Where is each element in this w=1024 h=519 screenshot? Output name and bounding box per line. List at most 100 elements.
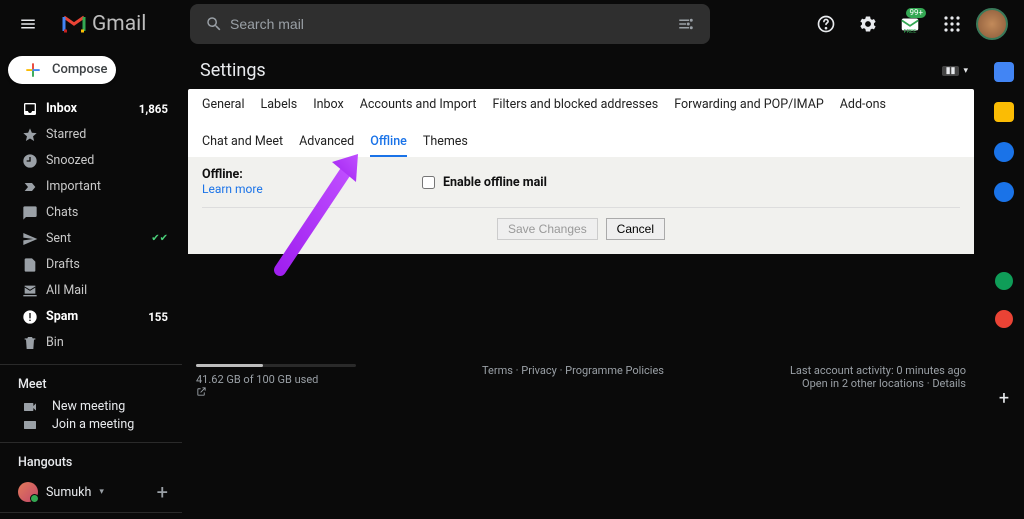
tab-advanced[interactable]: Advanced	[299, 134, 354, 157]
sidebar-item-snoozed[interactable]: Snoozed	[0, 148, 182, 174]
sidebar-item-count: 1,865	[139, 102, 168, 116]
search-bar[interactable]	[190, 4, 710, 44]
gmail-logo[interactable]: Gmail	[56, 12, 178, 36]
tab-general[interactable]: General	[202, 97, 245, 118]
external-link-icon	[196, 386, 356, 397]
star-icon	[22, 127, 46, 143]
important-icon	[22, 179, 46, 195]
sidebar-item-count: 155	[148, 310, 168, 324]
sidebar-item-important[interactable]: Important	[0, 174, 182, 200]
tab-forwarding-and-pop-imap[interactable]: Forwarding and POP/IMAP	[674, 97, 824, 118]
help-button[interactable]	[808, 6, 844, 42]
keep-addon[interactable]	[994, 102, 1014, 122]
offline-section-label: Offline:	[202, 167, 243, 182]
sidebar-item-label: Snoozed	[46, 153, 168, 168]
sidebar-item-chats[interactable]: Chats	[0, 200, 182, 226]
tab-offline[interactable]: Offline	[370, 134, 407, 157]
settings-panel: General Labels Inbox Accounts and Import Fil…	[188, 89, 974, 254]
main-menu-button[interactable]	[8, 4, 48, 44]
bin-icon	[22, 335, 46, 351]
contacts-addon[interactable]	[994, 182, 1014, 202]
hamburger-icon	[19, 15, 37, 33]
account-avatar[interactable]	[976, 8, 1008, 40]
gear-icon	[858, 14, 878, 34]
sidebar-item-sent[interactable]: Sent ✔✔	[0, 226, 182, 252]
search-icon	[198, 15, 230, 33]
draft-icon	[22, 257, 46, 273]
join-meeting-button[interactable]: Join a meeting	[0, 416, 182, 434]
allmail-icon	[22, 283, 46, 299]
privacy-link[interactable]: Privacy	[516, 364, 557, 377]
tab-chat-and-meet[interactable]: Chat and Meet	[202, 134, 283, 157]
policies-link[interactable]: Programme Policies	[560, 364, 664, 377]
open-locations-link[interactable]: Open in 2 other locations	[802, 377, 924, 390]
search-options-icon[interactable]	[670, 15, 702, 33]
search-input[interactable]	[230, 16, 670, 32]
app-name: Gmail	[92, 12, 146, 36]
account-activity: Last account activity: 0 minutes ago	[790, 364, 966, 377]
hangouts-user[interactable]: Sumukh ▾	[18, 482, 157, 502]
storage-indicator[interactable]: 41.62 GB of 100 GB used	[196, 364, 356, 397]
language-selector[interactable]: ▮▮ ▾	[942, 66, 968, 76]
tab-accounts-and-import[interactable]: Accounts and Import	[360, 97, 477, 118]
sidebar-item-label: Inbox	[46, 101, 139, 116]
sidebar-item-label: Spam	[46, 309, 148, 324]
sidebar-item-drafts[interactable]: Drafts	[0, 252, 182, 278]
notification-badge: 99+	[906, 8, 926, 18]
sidebar-item-inbox[interactable]: Inbox1,865	[0, 96, 182, 122]
sidebar-item-starred[interactable]: Starred	[0, 122, 182, 148]
hangouts-section-title: Hangouts	[0, 449, 182, 476]
sidebar-item-all-mail[interactable]: All Mail	[0, 278, 182, 304]
main-content: Settings ▮▮ ▾ General Labels Inbox Accounts…	[182, 48, 984, 519]
user-avatar-small	[18, 482, 38, 502]
sent-check-icon: ✔✔	[151, 233, 168, 244]
chevron-down-icon: ▾	[99, 487, 104, 497]
help-icon	[816, 14, 836, 34]
sidebar-item-label: Starred	[46, 127, 168, 142]
get-addons-button[interactable]: +	[999, 388, 1009, 409]
meet-section-title: Meet	[0, 371, 182, 398]
sidebar-item-label: Chats	[46, 205, 168, 220]
new-chat-button[interactable]: +	[157, 480, 168, 504]
sidebar-item-label: Important	[46, 179, 168, 194]
terms-link[interactable]: Terms	[482, 364, 513, 377]
compose-label: Compose	[52, 62, 108, 77]
side-panel: +	[984, 48, 1024, 519]
sidebar-item-label: Bin	[46, 335, 168, 350]
chevron-down-icon: ▾	[963, 66, 968, 76]
tab-filters-and-blocked-addresses[interactable]: Filters and blocked addresses	[493, 97, 659, 118]
calendar-addon[interactable]	[994, 62, 1014, 82]
sidebar: Compose Inbox1,865 Starred Snoozed Importan…	[0, 48, 182, 519]
chat-icon	[22, 205, 46, 221]
tab-themes[interactable]: Themes	[423, 134, 468, 157]
clock-icon	[22, 153, 46, 169]
sidebar-item-label: Drafts	[46, 257, 168, 272]
addon-red[interactable]	[995, 310, 1013, 328]
tasks-addon[interactable]	[994, 142, 1014, 162]
page-title: Settings	[200, 60, 266, 81]
send-icon	[22, 231, 46, 247]
learn-more-link[interactable]: Learn more	[202, 182, 263, 196]
save-changes-button[interactable]: Save Changes	[497, 218, 598, 240]
tab-add-ons[interactable]: Add-ons	[840, 97, 886, 118]
new-meeting-button[interactable]: New meeting	[0, 398, 182, 416]
settings-button[interactable]	[850, 6, 886, 42]
sidebar-item-bin[interactable]: Bin	[0, 330, 182, 356]
cancel-button[interactable]: Cancel	[606, 218, 665, 240]
compose-button[interactable]: Compose	[8, 56, 116, 84]
apps-button[interactable]	[934, 6, 970, 42]
svg-text:FREE: FREE	[904, 29, 917, 35]
tab-labels[interactable]: Labels	[261, 97, 298, 118]
enable-offline-checkbox[interactable]	[422, 176, 435, 189]
sidebar-item-label: Sent	[46, 231, 147, 246]
details-link[interactable]: Details	[927, 377, 966, 390]
tab-inbox[interactable]: Inbox	[313, 97, 344, 118]
sidebar-item-label: All Mail	[46, 283, 168, 298]
flag-icon: ▮▮	[942, 66, 960, 76]
notifications-button[interactable]: FREE 99+	[892, 6, 928, 42]
enable-offline-label: Enable offline mail	[443, 175, 547, 190]
keyboard-icon	[22, 417, 40, 433]
addon-green[interactable]	[995, 272, 1013, 290]
sidebar-item-spam[interactable]: Spam155	[0, 304, 182, 330]
apps-grid-icon	[943, 15, 961, 33]
